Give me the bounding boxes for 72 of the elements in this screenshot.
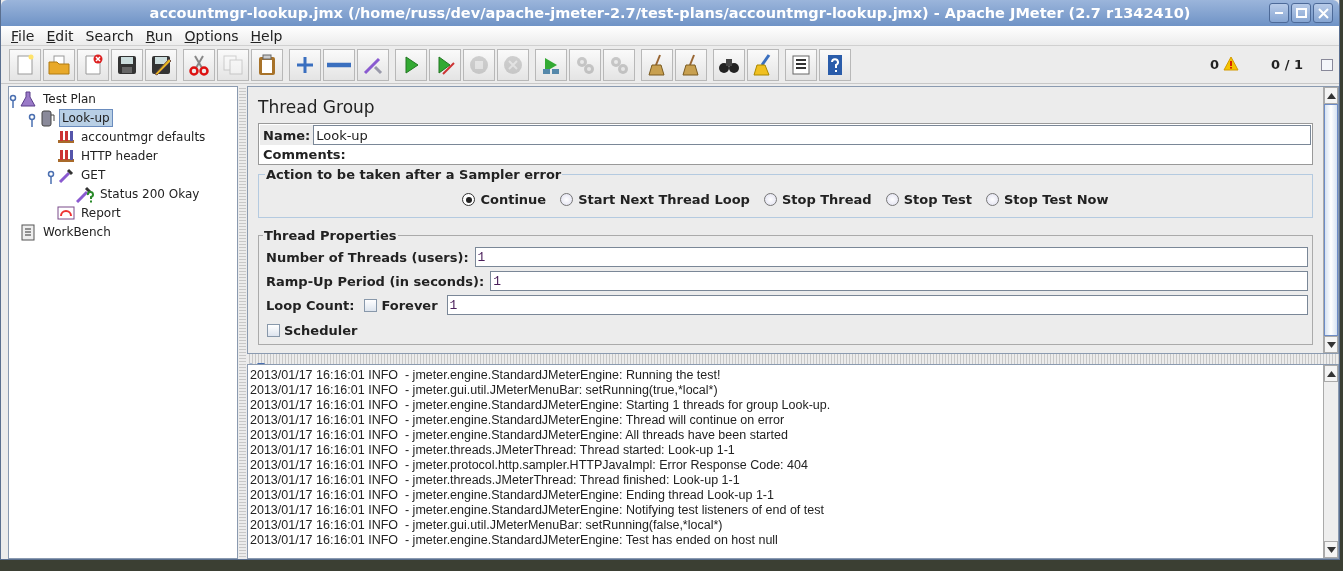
menu-item[interactable]: Run [139,27,179,44]
checkbox[interactable]: Scheduler [267,323,358,338]
minus-icon [327,61,351,68]
menu-item[interactable]: Options [178,27,245,44]
group-title: Thread Properties [263,228,398,243]
gauge-icon [57,203,75,222]
spool-icon [38,108,56,127]
menu-item[interactable]: File [5,27,41,44]
log-line: 2013/01/17 16:16:01 INFO - jmeter.engine.StandardJMeterEngine: Notifying test listeners of end of test [250,503,825,518]
log-toggle-icon[interactable] [1321,58,1333,71]
radio-option[interactable]: Stop Test [885,192,972,207]
copy-icon [221,52,245,77]
radio-option[interactable]: Stop Test Now [985,192,1109,207]
flask-icon [19,89,37,108]
radio-option[interactable]: Stop Thread [763,192,872,207]
menu-item[interactable]: Search [79,27,140,44]
field-label: Comments: [262,146,347,162]
log-line: 2013/01/17 16:16:01 INFO - jmeter.engine.StandardJMeterEngine: Running the test! [250,368,722,383]
maximize-button[interactable] [1291,3,1311,23]
field-label: Name: [262,127,312,143]
toolbar-button[interactable] [111,48,143,81]
number-field[interactable]: 1 [474,247,1308,267]
log-line: 2013/01/17 16:16:01 INFO - jmeter.engine.StandardJMeterEngine: All threads have been started [250,428,789,443]
toolbar-button[interactable] [819,48,851,81]
tree-item[interactable]: HTTP header [78,146,161,165]
log-line: 2013/01/17 16:16:01 INFO - jmeter.engine.StandardJMeterEngine: Thread will continue on error [250,413,786,428]
warning-icon [1223,55,1240,71]
tree-item[interactable]: GET [78,165,109,184]
scroll-bar[interactable] [1323,87,1338,353]
name-field[interactable]: Look-up [313,125,1311,145]
log-line: 2013/01/17 16:16:01 INFO - jmeter.threads.JMeterThread: Thread started: Look-up 1-1 [250,443,736,458]
log-line: 2013/01/17 16:16:01 INFO - jmeter.protocol.http.sampler.HTTPJavaImpl: Error Response Code: 404 [250,458,809,473]
minimize-button[interactable] [1269,3,1289,23]
toolbar-button[interactable] [713,48,745,81]
clipboard-list-icon [19,222,37,241]
tree-item[interactable]: accountmgr defaults [78,127,209,146]
log-line: 2013/01/17 16:16:01 INFO - jmeter.engine.StandardJMeterEngine: Ending thread Look-up 1-1 [250,488,775,503]
tree-item[interactable]: Look-up [59,108,113,127]
field-label: Number of Threads (users): [265,249,470,265]
tree-item[interactable]: Report [78,203,124,222]
tree-item[interactable]: Status 200 Okay [97,184,203,203]
log-line: 2013/01/17 16:16:01 INFO - jmeter.gui.util.JMeterMenuBar: setRunning(false,*local*) [250,518,724,533]
toolbar-button[interactable] [145,48,177,81]
tree-item[interactable]: WorkBench [40,222,114,241]
log-line: 2013/01/17 16:16:01 INFO - jmeter.gui.util.JMeterMenuBar: setRunning(true,*local*) [250,383,719,398]
maximize-icon [1295,8,1307,18]
group-title: Action to be taken after a Sampler error [265,167,563,182]
close-icon [1317,7,1329,19]
checkbox[interactable]: Forever [364,297,438,313]
panel-title: Thread Group [258,97,376,117]
list-icon [789,52,813,77]
number-field[interactable]: 1 [446,295,1308,315]
field-label: Loop Count: [265,297,356,313]
field-label: Ramp-Up Period (in seconds): [265,273,486,289]
minimize-icon [1274,11,1284,15]
folder-icon [47,52,71,77]
close-button[interactable] [1313,3,1333,23]
tree-item[interactable]: Test Plan [40,89,99,108]
window-title: accountmgr-lookup.jmx (/home/russ/dev/apache-jmeter-2.7/test-plans/accountmgr-lookup.jmx) - Apache JMeter (2.7 r1342410) [149,5,1191,21]
log-line: 2013/01/17 16:16:01 INFO - jmeter.engine.StandardJMeterEngine: Test has ended on host null [250,533,779,548]
log-line: 2013/01/17 16:16:01 INFO - jmeter.engine.StandardJMeterEngine: Starting 1 threads for group Look-up. [250,398,832,413]
pipette-question-icon [76,184,94,203]
menu-item[interactable]: Help [244,27,289,44]
error-count: 0 [1210,57,1220,72]
thread-count: 0 / 1 [1271,57,1303,72]
toolbar-button[interactable] [785,48,817,81]
radio-option[interactable]: Continue [462,192,547,207]
scroll-bar[interactable] [1323,365,1338,558]
radio-option[interactable]: Start Next Thread Loop [560,192,750,207]
log-line: 2013/01/17 16:16:01 INFO - jmeter.threads.JMeterThread: Thread finished: Look-up 1-1 [250,473,741,488]
menu-item[interactable]: Edit [40,27,80,44]
number-field[interactable]: 1 [490,271,1308,291]
